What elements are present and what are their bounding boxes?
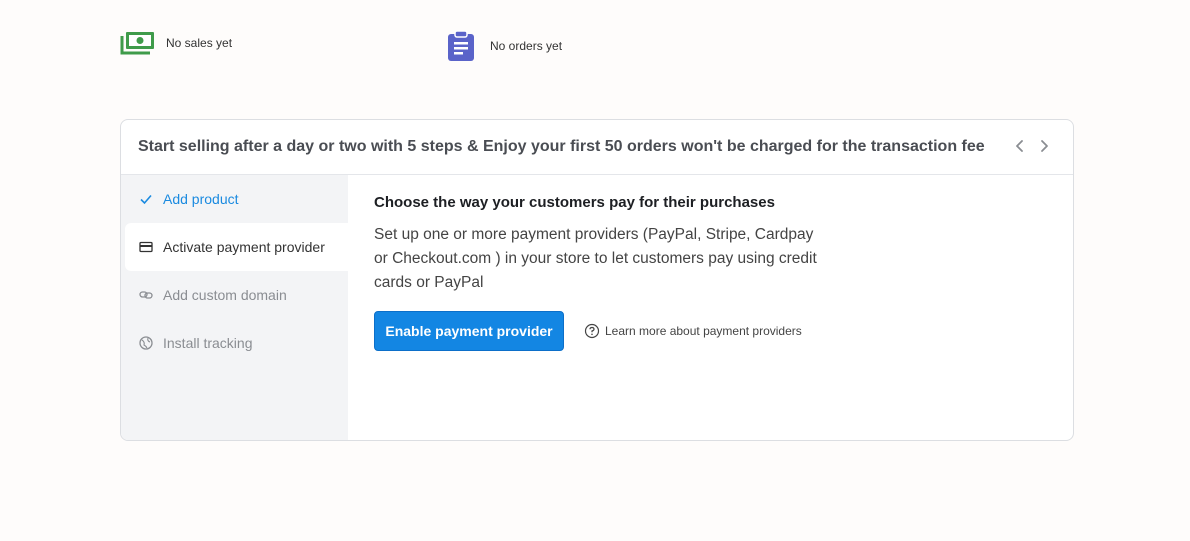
step-install-tracking[interactable]: Install tracking <box>121 319 348 367</box>
credit-card-icon <box>138 239 154 255</box>
step-add-product[interactable]: Add product <box>121 175 348 223</box>
orders-stat: No orders yet <box>446 30 562 62</box>
help-icon <box>584 323 600 339</box>
onboarding-card: Start selling after a day or two with 5 … <box>120 119 1074 441</box>
clipboard-icon <box>448 30 474 61</box>
step-label: Add product <box>163 191 239 207</box>
learn-more-link[interactable]: Learn more about payment providers <box>584 323 802 339</box>
step-label: Activate payment provider <box>163 239 325 255</box>
check-icon <box>138 191 154 207</box>
orders-label: No orders yet <box>490 39 563 53</box>
step-label: Add custom domain <box>163 287 287 303</box>
money-icon <box>120 32 154 55</box>
carousel-nav <box>1011 137 1053 155</box>
card-header: Start selling after a day or two with 5 … <box>121 120 1073 175</box>
step-activate-payment-provider[interactable]: Activate payment provider <box>125 223 348 271</box>
learn-more-label: Learn more about payment providers <box>605 324 802 338</box>
content-description: Set up one or more payment providers (Pa… <box>374 226 817 291</box>
step-label: Install tracking <box>163 335 253 351</box>
globe-icon <box>138 335 154 351</box>
card-body: Add product Activate payment provider Ad… <box>121 175 1073 440</box>
chevron-right-icon[interactable] <box>1035 137 1053 155</box>
chevron-left-icon[interactable] <box>1011 137 1029 155</box>
sales-label: No sales yet <box>166 36 233 50</box>
enable-payment-provider-button[interactable]: Enable payment provider <box>374 311 564 351</box>
content-heading: Choose the way your customers pay for th… <box>374 194 775 211</box>
banner-title: Start selling after a day or two with 5 … <box>138 138 985 155</box>
link-icon <box>138 287 154 303</box>
step-add-custom-domain[interactable]: Add custom domain <box>121 271 348 319</box>
sales-stat: No sales yet <box>120 30 232 56</box>
steps-sidebar: Add product Activate payment provider Ad… <box>121 175 348 440</box>
